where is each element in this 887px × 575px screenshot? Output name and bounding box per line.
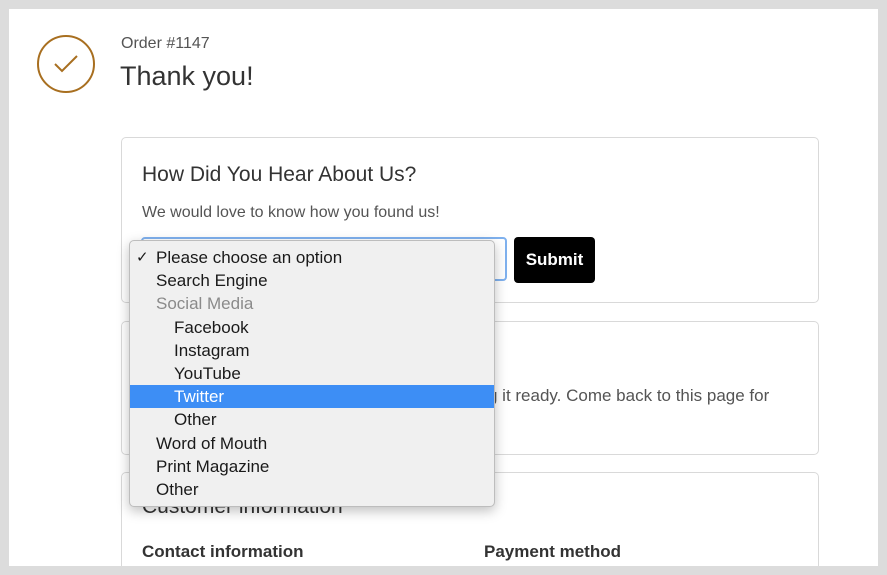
page-title: Thank you! xyxy=(120,61,254,91)
checkmark-icon: ✓ xyxy=(136,249,149,266)
dropdown-option-label: Twitter xyxy=(174,387,225,407)
checkmark-icon xyxy=(54,55,78,73)
dropdown-option-label: Other xyxy=(156,479,199,499)
dropdown-option[interactable]: YouTube xyxy=(130,362,494,385)
status-message: g it ready. Come back to this page for xyxy=(488,386,770,405)
dropdown-option-label: YouTube xyxy=(174,363,241,383)
order-number: Order #1147 xyxy=(121,35,210,52)
check-circle-icon xyxy=(37,35,95,93)
dropdown-option-label: Print Magazine xyxy=(156,456,270,476)
dropdown-option-label: Word of Mouth xyxy=(156,433,268,453)
dropdown-option[interactable]: ✓ Please choose an option xyxy=(130,246,494,269)
dropdown-optgroup: Social Media xyxy=(130,292,494,315)
dropdown-option-label: Search Engine xyxy=(156,271,268,291)
referral-dropdown-menu[interactable]: ✓ Please choose an option Search Engine Soc… xyxy=(129,240,495,507)
dropdown-option[interactable]: Word of Mouth xyxy=(130,432,494,455)
dropdown-option[interactable]: Twitter xyxy=(130,385,494,409)
payment-method-label: Payment method xyxy=(484,542,621,561)
survey-description: We would love to know how you found us! xyxy=(142,204,440,221)
dropdown-option-label: Other xyxy=(174,410,217,430)
survey-heading: How Did You Hear About Us? xyxy=(142,163,417,186)
dropdown-option[interactable]: Print Magazine xyxy=(130,455,494,478)
contact-information-label: Contact information xyxy=(142,542,304,561)
dropdown-option-label: Please choose an option xyxy=(156,248,343,267)
dropdown-option[interactable]: Search Engine xyxy=(130,269,494,292)
dropdown-option[interactable]: Other xyxy=(130,408,494,431)
dropdown-option-label: Instagram xyxy=(174,340,250,360)
dropdown-option[interactable]: Other xyxy=(130,478,494,501)
dropdown-option-label: Facebook xyxy=(174,317,249,337)
dropdown-option[interactable]: Instagram xyxy=(130,339,494,362)
dropdown-option-label: Social Media xyxy=(156,294,254,314)
dropdown-option[interactable]: Facebook xyxy=(130,316,494,339)
submit-button[interactable]: Submit xyxy=(514,237,595,283)
